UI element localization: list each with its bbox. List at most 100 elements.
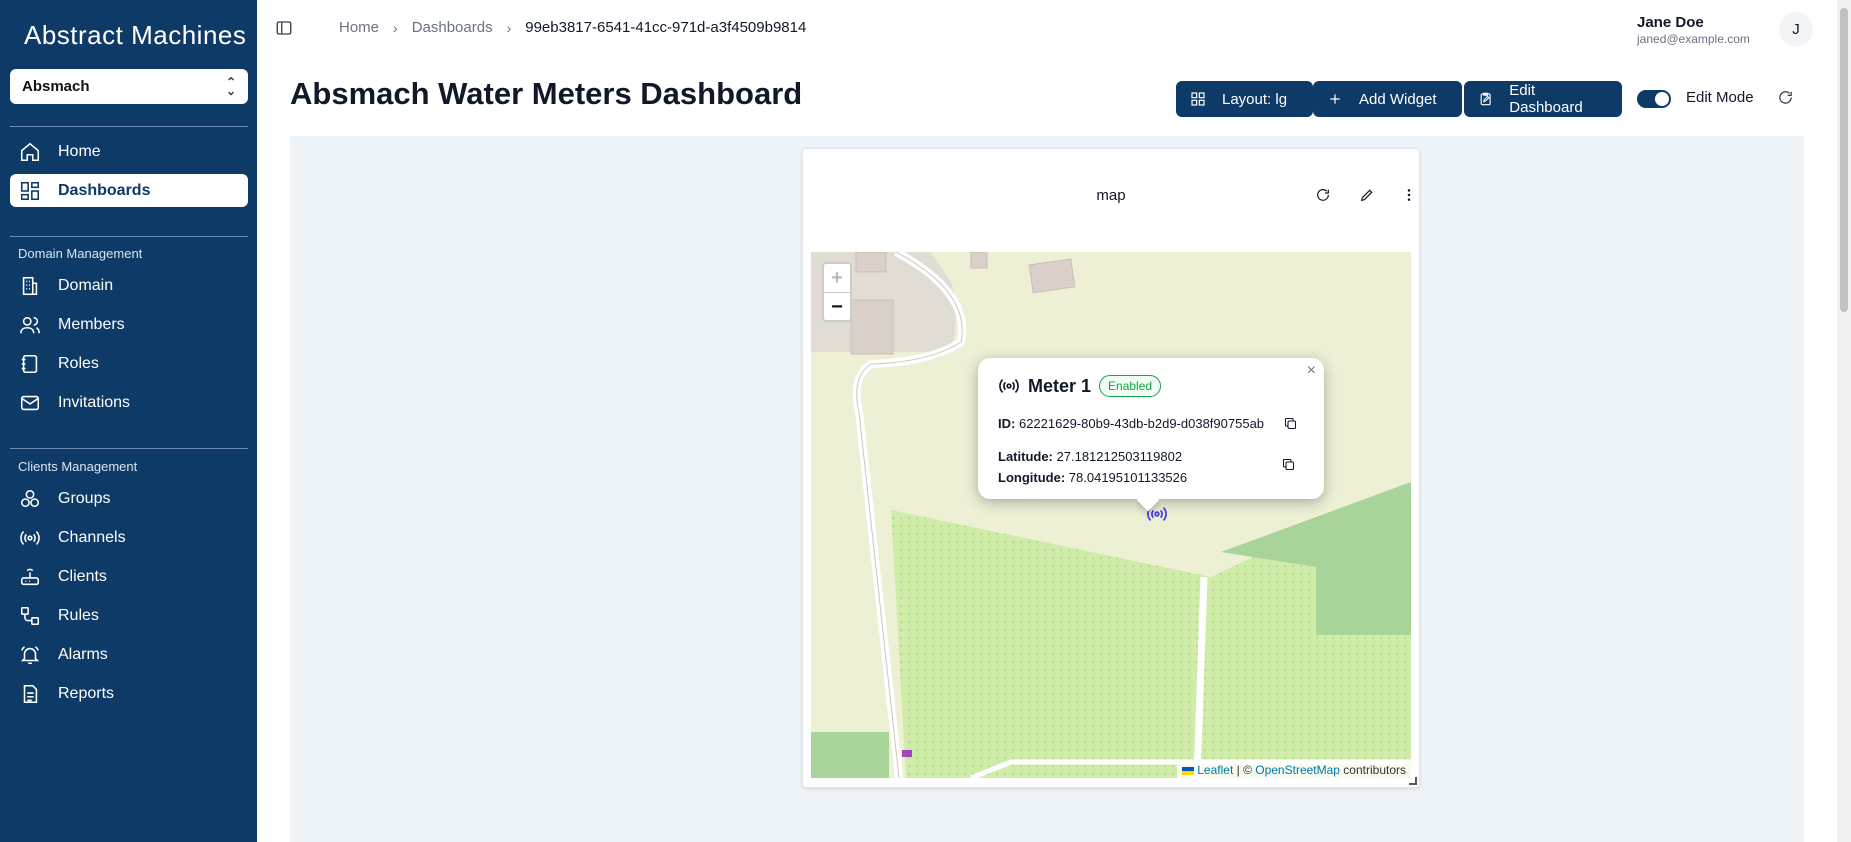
sidebar-item-label: Dashboards bbox=[58, 181, 151, 199]
users-icon bbox=[19, 314, 41, 336]
edit-dashboard-button[interactable]: Edit Dashboard bbox=[1464, 81, 1622, 117]
app-logo: Abstract Machines bbox=[24, 20, 247, 50]
edit-mode-toggle[interactable] bbox=[1637, 90, 1671, 108]
map-tiles bbox=[811, 252, 1411, 778]
mail-icon bbox=[19, 392, 41, 414]
sidebar-item-label: Groups bbox=[58, 489, 111, 507]
copy-icon bbox=[1284, 417, 1297, 430]
radio-icon bbox=[999, 379, 1019, 393]
zoom-control: + − bbox=[822, 262, 852, 322]
sidebar-item-channels[interactable]: Channels bbox=[10, 521, 248, 554]
radio-icon bbox=[19, 527, 41, 549]
groups-icon bbox=[19, 488, 41, 510]
status-badge: Enabled bbox=[1099, 375, 1162, 397]
widget-edit-button[interactable] bbox=[1359, 187, 1377, 205]
ukraine-flag-icon bbox=[1182, 766, 1195, 775]
resize-handle[interactable] bbox=[1409, 777, 1417, 785]
add-widget-label: Add Widget bbox=[1359, 90, 1437, 108]
bell-icon bbox=[19, 644, 41, 666]
refresh-button[interactable] bbox=[1777, 89, 1795, 107]
longitude-row: Longitude: 78.04195101133526 bbox=[998, 470, 1187, 485]
meter-id: 62221629-80b9-43db-b2d9-d038f90755ab bbox=[1018, 416, 1265, 431]
router-icon bbox=[19, 566, 41, 588]
plus-icon bbox=[1330, 94, 1340, 104]
osm-link[interactable]: OpenStreetMap bbox=[1255, 763, 1340, 777]
sidebar-item-label: Channels bbox=[58, 528, 126, 546]
breadcrumb-dashboards[interactable]: Dashboards bbox=[412, 19, 493, 36]
dashboard-icon bbox=[19, 180, 41, 202]
map[interactable]: + − × Meter 1 Enabled ID: 62221629-80b9-… bbox=[811, 252, 1411, 778]
popup-header: Meter 1 Enabled bbox=[998, 375, 1162, 397]
latitude-value: 27.181212503119802 bbox=[1056, 449, 1183, 464]
org-name: Absmach bbox=[22, 78, 90, 95]
workflow-icon bbox=[19, 605, 41, 627]
chevron-right-icon: › bbox=[393, 19, 398, 36]
sidebar-toggle-icon bbox=[276, 21, 292, 35]
map-attribution: Leaflet | © OpenStreetMap contributors bbox=[1177, 762, 1411, 778]
org-selector[interactable]: Absmach ⌃ ⌄ bbox=[10, 69, 248, 104]
chevron-up-down-icon: ⌃ ⌄ bbox=[225, 74, 236, 98]
sidebar-item-label: Reports bbox=[58, 684, 115, 702]
add-widget-button[interactable]: Add Widget bbox=[1313, 81, 1462, 117]
more-vertical-icon bbox=[1407, 189, 1411, 201]
breadcrumb: Home › Dashboards › 99eb3817-6541-41cc-9… bbox=[339, 19, 806, 36]
breadcrumb-current: 99eb3817-6541-41cc-971d-a3f4509b9814 bbox=[525, 19, 807, 36]
zoom-out-button[interactable]: − bbox=[824, 293, 850, 321]
sidebar-item-label: Roles bbox=[58, 354, 99, 372]
sidebar-item-rules[interactable]: Rules bbox=[10, 599, 248, 632]
attribution-separator: | © bbox=[1233, 763, 1256, 777]
user-email: janed@example.com bbox=[1637, 32, 1750, 46]
book-icon bbox=[19, 353, 41, 375]
sidebar-item-label: Invitations bbox=[58, 393, 131, 411]
page-title: Absmach Water Meters Dashboard bbox=[290, 76, 803, 111]
sidebar-item-dashboards[interactable]: Dashboards bbox=[10, 174, 248, 207]
sidebar-divider bbox=[10, 448, 248, 449]
sidebar-item-reports[interactable]: Reports bbox=[10, 677, 248, 710]
section-clients-management: Clients Management bbox=[18, 459, 138, 474]
meter-id-row: ID: 62221629-80b9-43db-b2d9-d038f90755ab bbox=[998, 416, 1264, 431]
sidebar-item-invitations[interactable]: Invitations bbox=[10, 386, 248, 419]
longitude-label: Longitude: bbox=[998, 470, 1066, 485]
edit-mode-label: Edit Mode bbox=[1686, 89, 1754, 106]
sidebar-divider bbox=[10, 236, 248, 237]
sidebar-item-groups[interactable]: Groups bbox=[10, 482, 248, 515]
refresh-icon bbox=[1779, 91, 1792, 104]
widget-more-button[interactable] bbox=[1401, 187, 1419, 205]
widget-refresh-button[interactable] bbox=[1315, 187, 1333, 205]
layout-grid-icon bbox=[1191, 92, 1205, 106]
refresh-icon bbox=[1317, 189, 1329, 201]
map-widget[interactable]: map + − × Meter 1 Enabled ID: 62221629-8… bbox=[802, 148, 1420, 788]
zoom-in-button[interactable]: + bbox=[824, 264, 850, 293]
scrollbar[interactable] bbox=[1837, 0, 1851, 842]
toggle-knob bbox=[1655, 92, 1669, 106]
sidebar-toggle-button[interactable] bbox=[275, 19, 295, 39]
copy-icon bbox=[1282, 458, 1295, 471]
popup-close-button[interactable]: × bbox=[1307, 362, 1316, 380]
user-info: Jane Doe janed@example.com bbox=[1637, 14, 1750, 46]
attribution-suffix: contributors bbox=[1339, 763, 1406, 777]
home-icon bbox=[19, 141, 41, 163]
latitude-row: Latitude: 27.181212503119802 bbox=[998, 449, 1182, 464]
leaflet-link[interactable]: Leaflet bbox=[1197, 763, 1233, 777]
sidebar-item-roles[interactable]: Roles bbox=[10, 347, 248, 380]
copy-coordinates-button[interactable] bbox=[1281, 457, 1297, 473]
layout-button-label: Layout: lg bbox=[1222, 90, 1288, 108]
avatar[interactable]: J bbox=[1779, 12, 1813, 46]
layout-button[interactable]: Layout: lg bbox=[1176, 81, 1313, 117]
sidebar-item-label: Clients bbox=[58, 567, 107, 585]
user-name: Jane Doe bbox=[1637, 14, 1704, 31]
sidebar: Abstract Machines Absmach ⌃ ⌄ Home Dashbo… bbox=[0, 0, 257, 842]
scrollbar-thumb[interactable] bbox=[1840, 8, 1848, 312]
sidebar-item-home[interactable]: Home bbox=[10, 135, 248, 168]
copy-id-button[interactable] bbox=[1283, 416, 1299, 432]
sidebar-item-members[interactable]: Members bbox=[10, 308, 248, 341]
sidebar-item-domain[interactable]: Domain bbox=[10, 269, 248, 302]
breadcrumb-home[interactable]: Home bbox=[339, 19, 379, 36]
report-icon bbox=[19, 683, 41, 705]
clipboard-edit-icon bbox=[1480, 92, 1491, 106]
sidebar-item-clients[interactable]: Clients bbox=[10, 560, 248, 593]
section-domain-management: Domain Management bbox=[18, 246, 143, 261]
id-label: ID: bbox=[998, 416, 1016, 431]
sidebar-item-label: Members bbox=[58, 315, 125, 333]
sidebar-item-alarms[interactable]: Alarms bbox=[10, 638, 248, 671]
